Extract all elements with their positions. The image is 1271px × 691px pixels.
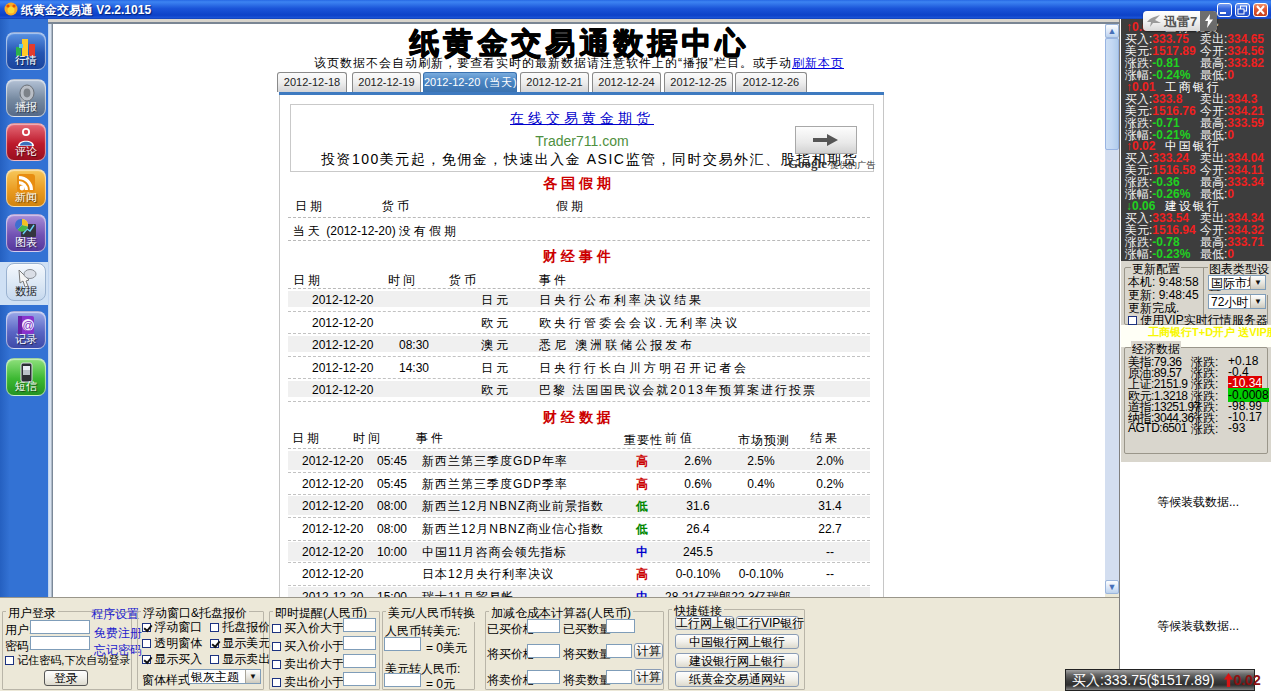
svg-text:@: @ [22, 319, 33, 331]
